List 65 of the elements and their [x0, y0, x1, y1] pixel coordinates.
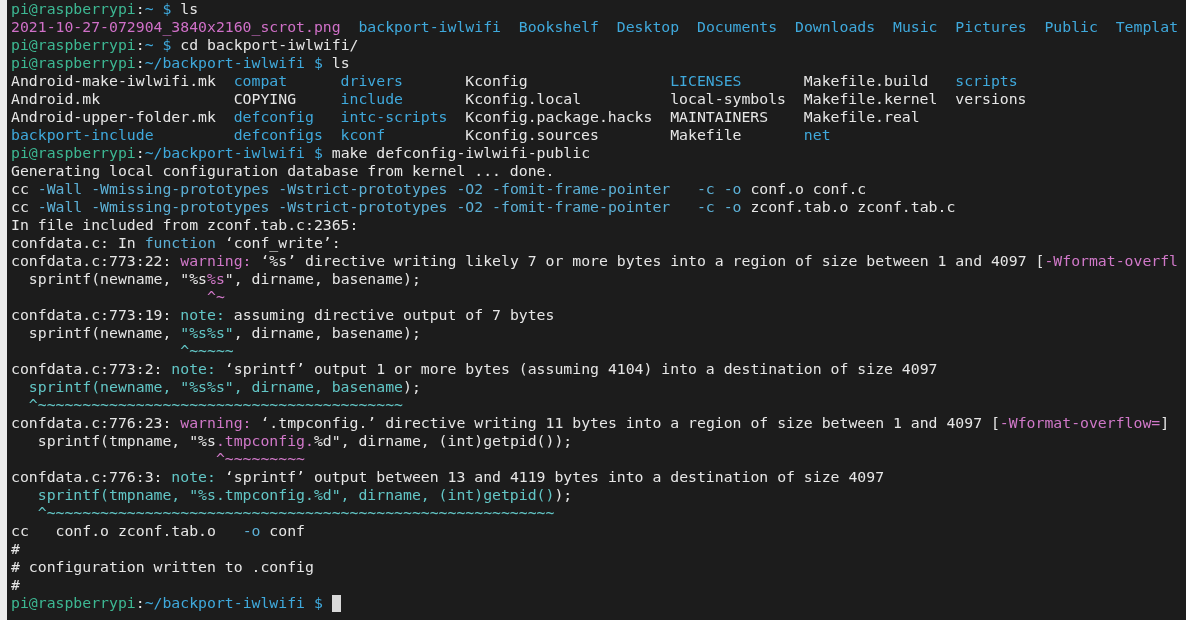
terminal-line: confdata.c:776:3: note: ‘sprintf’ output between 13 and 4119 bytes into a destination of size 4097 — [11, 468, 885, 486]
file-name: Android.mk — [11, 90, 101, 107]
terminal-line: # — [11, 576, 20, 594]
terminal-line: confdata.c:776:23: warning: ‘.tmpconfig.’ directive writing 11 bytes into a region of size between 1 and 4097 [-Wformat-overflow=] — [11, 414, 1170, 432]
file-name: Kconfig — [465, 72, 528, 89]
terminal-line: cc conf.o zconf.tab.o -o conf — [11, 522, 305, 540]
file-name: versions — [955, 90, 1027, 107]
file-name: Kconfig.package.hacks — [465, 108, 653, 125]
file-name: defconfigs — [233, 126, 323, 143]
file-name: Bookshelf — [518, 18, 599, 36]
file-name: backport-include — [11, 126, 154, 143]
terminal-line: # configuration written to .config — [11, 558, 314, 576]
file-name: local-symbols — [670, 90, 786, 107]
terminal-line: confdata.c:773:2: note: ‘sprintf’ output 1 or more bytes (assuming 4104) into a destination of size 4097 — [11, 360, 938, 378]
file-name: scripts — [955, 72, 1018, 89]
file-name: Makefile.build — [803, 72, 929, 89]
terminal-line: confdata.c:773:22: warning: ‘%s’ directive writing likely 7 or more bytes into a region of size between 1 and 4097 [-Wformat-overfl — [11, 252, 1179, 270]
file-name: LICENSES — [670, 72, 742, 89]
terminal-line: ^~~~~~~~~~~~~~~~~~~~~~~~~~~~~~~~~~~~~~~~~~ — [27, 396, 403, 414]
terminal-line: confdata.c: In function ‘conf_write’: — [11, 234, 341, 252]
prompt-line: pi@raspberrypi:~ $ ls — [11, 0, 200, 18]
terminal-line: sprintf(newname, "%s%s", dirname, basename); — [27, 324, 421, 342]
prompt-line: pi@raspberrypi:~/backport-iwlwifi $ make defconfig-iwlwifi-public — [11, 144, 592, 162]
file-name: Android-upper-folder.mk — [11, 108, 216, 125]
terminal-line: ^~~~~~~~~~~~~~~~~~~~~~~~~~~~~~~~~~~~~~~~~~~~~~~~~~~~~~~~~~ — [36, 504, 555, 522]
terminal-line: sprintf(tmpname, "%s.tmpconfig.%d", dirname, (int)getpid()); — [36, 432, 573, 450]
file-name: Templat — [1115, 18, 1179, 36]
terminal-line: In file included from zconf.tab.c:2365: — [11, 216, 359, 234]
terminal-line: cc -Wall -Wmissing-prototypes -Wstrict-prototypes -O2 -fomit-frame-pointer -c -o conf.o conf.c — [11, 180, 867, 198]
file-name: defconfig — [233, 108, 314, 125]
file-name: Android-make-iwlwifi.mk — [11, 72, 216, 89]
terminal-line: cc -Wall -Wmissing-prototypes -Wstrict-prototypes -O2 -fomit-frame-pointer -c -o zconf.tab.o zconf.tab.c — [11, 198, 956, 216]
terminal-line: ^~~~~~~~~~ — [214, 450, 305, 468]
terminal-line: # — [11, 540, 20, 558]
file-name: Documents — [696, 18, 778, 36]
terminal-line: sprintf(newname, "%s%s", dirname, basename); — [27, 270, 421, 288]
file-name: Pictures — [955, 18, 1027, 36]
file-name: Kconfig.sources — [465, 126, 599, 143]
file-name: COPYING — [233, 90, 297, 107]
file-name: Music — [892, 18, 938, 36]
file-name: drivers — [340, 72, 403, 89]
file-name: Makefile — [670, 126, 742, 143]
terminal-line: sprintf(tmpname, "%s.tmpconfig.%d", dirname, (int)getpid()); — [36, 486, 573, 504]
file-name: Public — [1044, 18, 1098, 36]
file-name: net — [803, 126, 831, 143]
terminal-line: confdata.c:773:19: note: assuming directive output of 7 bytes — [11, 306, 555, 324]
file-name: compat — [233, 72, 288, 89]
file-name: Kconfig.local — [465, 90, 582, 107]
file-name: intc-scripts — [340, 108, 448, 125]
terminal-line: ^~ — [206, 288, 225, 306]
file-name: Makefile.kernel — [803, 90, 938, 107]
file-name: Makefile.real — [803, 108, 920, 125]
file-name: 2021-10-27-072904_3840x2160_scrot.png — [11, 18, 341, 36]
file-name: include — [340, 90, 403, 107]
prompt-line: pi@raspberrypi:~ $ cd backport-iwlwifi/ — [11, 36, 360, 54]
prompt-line: pi@raspberrypi:~/backport-iwlwifi $ ls — [11, 54, 351, 72]
terminal-line: sprintf(newname, "%s%s", dirname, basename); — [27, 378, 421, 396]
terminal-line: Generating local configuration database from kernel ... done. — [11, 162, 555, 180]
prompt-line: pi@raspberrypi:~/backport-iwlwifi $ — [11, 594, 1179, 612]
file-name: MAINTAINERS — [670, 108, 769, 125]
file-name: Downloads — [794, 18, 876, 36]
terminal-line: ^~~~~~ — [179, 342, 234, 360]
file-name: Desktop — [616, 18, 680, 36]
file-name: kconf — [340, 126, 386, 143]
file-name: backport-iwlwifi — [358, 18, 501, 36]
